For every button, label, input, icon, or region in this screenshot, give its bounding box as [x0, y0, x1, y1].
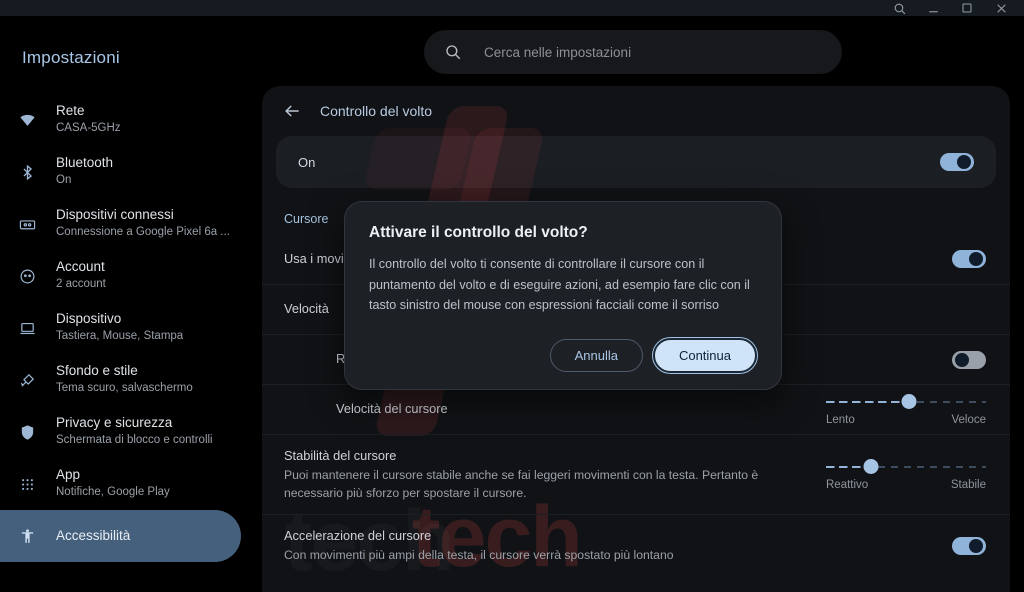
row-accelerazione-cursore[interactable]: Accelerazione del cursore Con movimenti … [262, 514, 1010, 576]
sidebar-item-subtitle: CASA-5GHz [56, 122, 121, 135]
window-titlebar [0, 0, 1024, 16]
slider-left-label: Lento [826, 413, 855, 426]
sidebar-item-subtitle: On [56, 174, 72, 187]
accessibility-icon [14, 528, 40, 545]
devices-icon [14, 216, 40, 233]
search-placeholder: Cerca nelle impostazioni [484, 44, 632, 60]
sidebar-item-title: Bluetooth [56, 155, 114, 171]
slider-knob[interactable] [863, 458, 879, 474]
sidebar-item-dispositivo[interactable]: Dispositivo Tastiera, Mouse, Stampa [0, 302, 241, 354]
back-arrow-icon[interactable] [282, 101, 302, 121]
row-subtitle: Con movimenti più ampi della testa, il c… [284, 547, 674, 562]
close-icon[interactable] [984, 0, 1018, 16]
shield-icon [14, 424, 40, 441]
master-toggle[interactable] [940, 153, 974, 171]
row-subtitle: Puoi mantenere il cursore stabile anche … [284, 467, 759, 500]
slider-track[interactable] [826, 458, 986, 475]
master-toggle-row[interactable]: On [276, 136, 996, 188]
row-toggle[interactable] [952, 350, 986, 369]
sidebar-item-rete[interactable]: Rete CASA-5GHz [0, 94, 241, 146]
sidebar-item-title: Privacy e sicurezza [56, 415, 173, 431]
sidebar-item-subtitle: 2 account [56, 278, 106, 291]
dialog-body: Il controllo del volto ti consente di co… [369, 257, 750, 313]
search-icon [444, 43, 462, 61]
content-title: Controllo del volto [320, 103, 433, 119]
app-window: Impostazioni Cerca nelle impostazioni Re… [0, 0, 1024, 592]
cancel-button[interactable]: Annulla [549, 338, 643, 372]
sidebar-item-title: Account [56, 259, 105, 275]
row-stabilita-cursore[interactable]: Stabilità del cursore Puoi mantenere il … [262, 434, 1010, 514]
continue-button[interactable]: Continua [651, 336, 759, 374]
page-title: Impostazioni [22, 48, 120, 67]
dialog-actions: Annulla Continua [369, 336, 759, 374]
sidebar-item-title: Sfondo e stile [56, 363, 138, 379]
sidebar-item-bluetooth[interactable]: Bluetooth On [0, 146, 241, 198]
sidebar-item-account[interactable]: Account 2 account [0, 250, 241, 302]
sidebar-item-app[interactable]: App Notifiche, Google Play [0, 458, 241, 510]
account-icon [14, 268, 40, 285]
sidebar-item-sfondo-e-stile[interactable]: Sfondo e stile Tema scuro, salvaschermo [0, 354, 241, 406]
brush-icon [14, 372, 40, 389]
sidebar-item-subtitle: Connessione a Google Pixel 6a ... [56, 226, 230, 239]
sidebar-item-title: Dispositivi connessi [56, 207, 174, 223]
row-toggle[interactable] [952, 536, 986, 555]
content-header: Controllo del volto [262, 86, 1010, 136]
row-velocita-cursore[interactable]: Velocità del cursore Lento Veloce [262, 384, 1010, 434]
bluetooth-icon [14, 164, 40, 181]
minimize-icon[interactable] [916, 0, 950, 16]
sidebar-item-privacy-e-sicurezza[interactable]: Privacy e sicurezza Schermata di blocco … [0, 406, 241, 458]
sidebar-item-title: Rete [56, 103, 85, 119]
slider-right-label: Veloce [951, 413, 986, 426]
row-toggle[interactable] [952, 250, 986, 268]
sidebar-item-accessibilita[interactable]: Accessibilità [0, 510, 241, 562]
cursor-speed-slider[interactable]: Lento Veloce [826, 386, 986, 434]
row-title: Accelerazione del cursore [284, 528, 432, 544]
sidebar-item-title: App [56, 467, 81, 483]
slider-right-label: Stabile [950, 478, 986, 491]
slider-knob[interactable] [901, 393, 917, 409]
app-body: Impostazioni Cerca nelle impostazioni Re… [0, 16, 1024, 592]
slider-track-fill [826, 400, 910, 403]
search-input[interactable]: Cerca nelle impostazioni [424, 30, 842, 74]
titlebar-search-icon[interactable] [882, 0, 916, 16]
laptop-icon [14, 320, 40, 337]
sidebar-item-subtitle: Tastiera, Mouse, Stampa [56, 330, 184, 343]
sidebar-item-subtitle: Notifiche, Google Play [56, 486, 170, 499]
sidebar-item-title: Accessibilità [56, 527, 131, 543]
slider-track[interactable] [826, 393, 986, 410]
cursor-stability-slider[interactable]: Reattivo Stabile [826, 451, 986, 499]
sidebar: Rete CASA-5GHz Bluetooth On Dispositivi … [0, 94, 255, 592]
apps-grid-icon [14, 477, 40, 492]
confirm-dialog: Attivare il controllo del volto? Il cont… [344, 201, 782, 390]
row-title: Stabilità del cursore [284, 448, 397, 463]
row-title: Velocità [284, 301, 329, 317]
maximize-icon[interactable] [950, 0, 984, 16]
dialog-title: Attivare il controllo del volto? [369, 224, 588, 241]
slider-left-label: Reattivo [826, 478, 869, 491]
sidebar-item-subtitle: Tema scuro, salvaschermo [56, 382, 193, 395]
sidebar-item-dispositivi-connessi[interactable]: Dispositivi connessi Connessione a Googl… [0, 198, 241, 250]
sidebar-item-subtitle: Schermata di blocco e controlli [56, 434, 213, 447]
wifi-icon [14, 112, 40, 129]
row-title: Velocità del cursore [336, 401, 448, 417]
sidebar-item-title: Dispositivo [56, 311, 122, 327]
master-toggle-label: On [298, 154, 316, 170]
